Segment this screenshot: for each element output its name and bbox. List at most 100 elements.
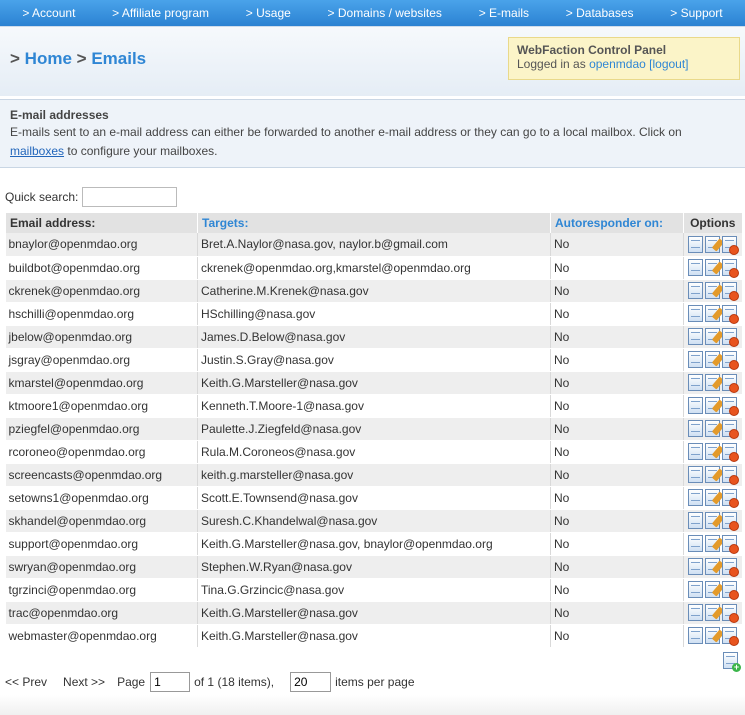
delete-icon[interactable] [722,305,740,324]
breadcrumb-current-link[interactable]: Emails [91,49,146,68]
delete-icon[interactable] [722,397,740,416]
view-icon[interactable] [688,259,704,276]
edit-icon[interactable] [705,604,721,621]
view-icon[interactable] [688,305,704,322]
autoresponder-cell: No [550,601,684,625]
add-icon[interactable] [723,651,741,672]
breadcrumb-home-link[interactable]: Home [25,49,72,68]
autoresponder-cell: No [550,233,684,257]
quick-search-label: Quick search: [5,190,79,204]
delete-icon[interactable] [722,558,740,577]
view-icon[interactable] [688,489,704,506]
edit-icon[interactable] [705,351,721,368]
delete-icon[interactable] [722,443,740,462]
edit-icon[interactable] [705,466,721,483]
edit-icon[interactable] [705,328,721,345]
view-icon[interactable] [688,466,704,483]
edit-icon[interactable] [705,397,721,414]
options-cell [683,440,742,464]
edit-icon[interactable] [705,235,721,253]
delete-icon[interactable] [722,420,740,439]
view-icon[interactable] [688,420,704,437]
nav-account[interactable]: > Account [22,6,75,20]
edit-icon[interactable] [705,259,721,276]
options-cell [683,233,742,257]
items-per-page-input[interactable] [290,671,332,692]
view-icon[interactable] [688,443,704,460]
delete-icon[interactable] [722,259,740,278]
email-address-cell: ktmoore1@openmdao.org [5,394,198,418]
table-row: screencasts@openmdao.org keith.g.marstell… [5,463,742,487]
edit-icon[interactable] [705,420,721,437]
view-icon[interactable] [688,604,704,621]
delete-icon[interactable] [722,489,740,508]
view-icon[interactable] [688,397,704,414]
nav-usage[interactable]: > Usage [246,6,291,20]
autoresponder-cell: No [550,578,684,602]
edit-icon[interactable] [705,305,721,322]
delete-icon[interactable] [722,374,740,393]
edit-icon[interactable] [705,535,721,552]
delete-icon[interactable] [722,235,740,255]
table-row: setowns1@openmdao.org Scott.E.Townsend@na… [5,486,742,510]
username-link[interactable]: openmdao [589,57,646,71]
targets-cell: Keith.G.Marsteller@nasa.gov [197,371,551,395]
view-icon[interactable] [688,374,704,391]
delete-icon[interactable] [722,581,740,600]
edit-icon[interactable] [705,489,721,506]
next-page-link[interactable]: Next >> [63,675,105,689]
delete-icon[interactable] [722,328,740,347]
nav-support[interactable]: > Support [670,6,722,20]
edit-icon[interactable] [705,627,721,644]
view-icon[interactable] [688,627,704,644]
targets-cell: Stephen.W.Ryan@nasa.gov [197,555,551,579]
delete-icon[interactable] [722,604,740,623]
nav-affiliate-program[interactable]: > Affiliate program [112,6,209,20]
page-number-input[interactable] [150,671,191,692]
nav-domains-websites[interactable]: > Domains / websites [328,6,442,20]
edit-icon[interactable] [705,282,721,299]
edit-icon[interactable] [705,558,721,575]
delete-icon[interactable] [722,282,740,301]
view-icon[interactable] [688,282,704,299]
prev-page-link[interactable]: << Prev [5,675,47,689]
targets-cell: Keith.G.Marsteller@nasa.gov [197,601,551,625]
edit-icon[interactable] [705,512,721,529]
header-targets[interactable]: Targets: [197,213,551,233]
email-address-cell: trac@openmdao.org [5,601,198,625]
edit-icon[interactable] [705,581,721,598]
mailboxes-link[interactable]: mailboxes [10,144,64,158]
email-address-cell: screencasts@openmdao.org [5,463,198,487]
delete-icon[interactable] [722,535,740,554]
view-icon[interactable] [688,512,704,529]
delete-icon[interactable] [722,627,740,646]
options-cell [683,302,742,326]
view-icon[interactable] [688,351,704,368]
view-icon[interactable] [688,328,704,345]
quick-search-input[interactable] [82,187,178,207]
view-icon[interactable] [688,558,704,575]
header-autoresponder[interactable]: Autoresponder on: [550,213,684,233]
edit-icon[interactable] [705,443,721,460]
view-icon[interactable] [688,235,704,253]
table-row: skhandel@openmdao.org Suresh.C.Khandelwal… [5,509,742,533]
table-row: bnaylor@openmdao.org Bret.A.Naylor@nasa.g… [5,233,742,257]
delete-icon[interactable] [722,512,740,531]
targets-cell: Rula.M.Coroneos@nasa.gov [197,440,551,464]
targets-cell: Justin.S.Gray@nasa.gov [197,348,551,372]
autoresponder-cell: No [550,463,684,487]
delete-icon[interactable] [722,466,740,485]
table-row: kmarstel@openmdao.org Keith.G.Marsteller@… [5,371,742,395]
delete-icon[interactable] [722,351,740,370]
email-address-cell: buildbot@openmdao.org [5,256,198,280]
logout-link[interactable]: [logout] [649,57,688,71]
table-row: hschilli@openmdao.org HSchilling@nasa.gov… [5,302,742,326]
nav-emails[interactable]: > E-mails [479,6,529,20]
nav-databases[interactable]: > Databases [566,6,634,20]
edit-icon[interactable] [705,374,721,391]
view-icon[interactable] [688,581,704,598]
view-icon[interactable] [688,535,704,552]
table-row: buildbot@openmdao.org ckrenek@openmdao.or… [5,256,742,280]
table-row: support@openmdao.org Keith.G.Marsteller@n… [5,532,742,556]
page-label: Page [117,674,146,689]
